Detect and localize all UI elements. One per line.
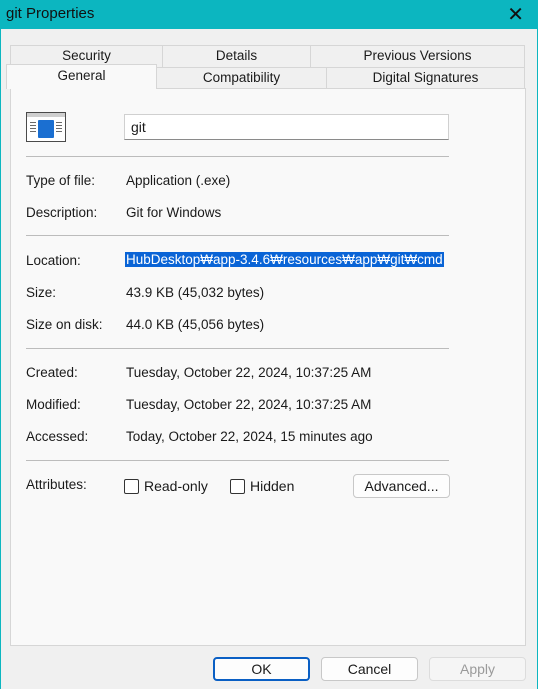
checkbox-box[interactable] [230,478,245,494]
cancel-button[interactable]: Cancel [321,657,418,681]
tab-digital-signatures[interactable]: Digital Signatures [326,67,525,90]
readonly-checkbox-label: Read-only [144,478,208,494]
modified-value: Tuesday, October 22, 2024, 10:37:25 AM [126,397,372,412]
type-of-file-value: Application (.exe) [126,173,231,188]
tab-compatibility[interactable]: Compatibility [156,67,327,90]
type-of-file-label: Type of file: [26,173,96,188]
separator [26,460,449,461]
separator [26,348,449,349]
readonly-checkbox[interactable]: Read-only [124,478,208,494]
apply-button[interactable]: Apply [429,657,526,681]
hidden-checkbox-label: Hidden [250,478,295,494]
created-label: Created: [26,365,78,380]
checkbox-box[interactable] [124,478,139,494]
accessed-label: Accessed: [26,429,89,444]
location-value[interactable]: HubDesktop₩app-3.4.6₩resources₩app₩git₩c… [125,252,444,267]
file-name-input[interactable]: git [124,114,449,140]
size-on-disk-value: 44.0 KB (45,056 bytes) [126,317,265,332]
attributes-label: Attributes: [26,477,87,492]
separator [26,156,449,157]
created-value: Tuesday, October 22, 2024, 10:37:25 AM [126,365,372,380]
close-icon[interactable]: ✕ [507,2,524,27]
accessed-value: Today, October 22, 2024, 15 minutes ago [126,429,373,444]
modified-label: Modified: [26,397,81,412]
tab-details[interactable]: Details [162,45,311,68]
tab-general[interactable]: General [6,64,157,89]
size-on-disk-label: Size on disk: [26,317,103,332]
ok-button[interactable]: OK [213,657,310,681]
title-bar: git Properties ✕ [0,0,538,29]
description-value: Git for Windows [126,205,222,220]
tab-previous-versions[interactable]: Previous Versions [310,45,525,68]
location-label: Location: [26,253,81,268]
size-value: 43.9 KB (45,032 bytes) [126,285,265,300]
window-title: git Properties [6,5,95,22]
description-label: Description: [26,205,98,220]
application-file-icon [26,112,66,142]
advanced-button[interactable]: Advanced... [353,474,450,498]
hidden-checkbox[interactable]: Hidden [230,478,294,494]
size-label: Size: [26,285,57,300]
window-border-left [0,29,1,689]
separator [26,235,449,236]
